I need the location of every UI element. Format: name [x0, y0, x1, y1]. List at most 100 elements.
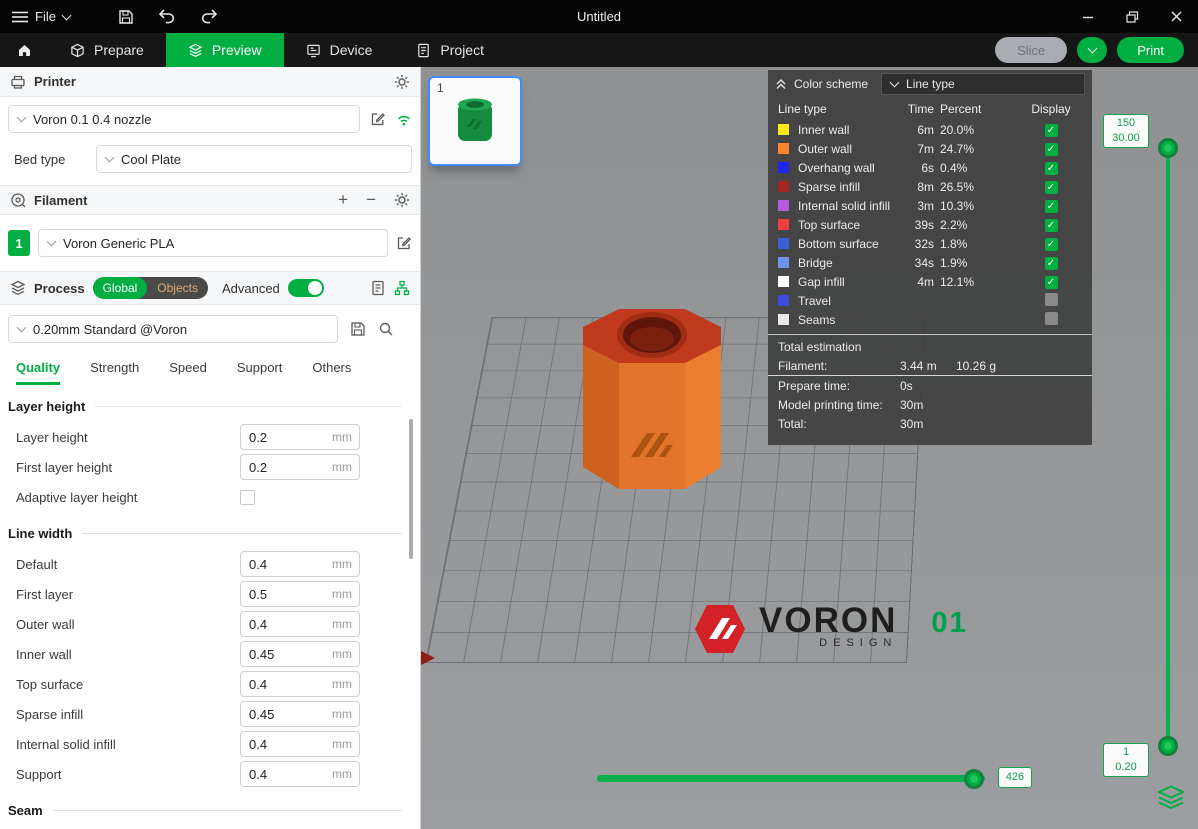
display-checkbox[interactable]: ✓: [1045, 276, 1058, 289]
display-checkbox[interactable]: ✓: [1045, 238, 1058, 251]
setting-input[interactable]: 0.4mm: [240, 731, 360, 757]
undo-icon[interactable]: [158, 9, 176, 24]
print-dropdown-button[interactable]: [1077, 37, 1107, 63]
display-checkbox[interactable]: [1045, 293, 1058, 306]
process-tab-speed[interactable]: Speed: [169, 360, 207, 385]
display-checkbox[interactable]: ✓: [1045, 124, 1058, 137]
line-type-name: Travel: [792, 294, 896, 308]
stat-value: 30m: [900, 417, 956, 431]
process-tab-others[interactable]: Others: [312, 360, 351, 385]
display-checkbox[interactable]: ✓: [1045, 257, 1058, 270]
edit-icon[interactable]: [370, 111, 386, 127]
filament-preset-select[interactable]: Voron Generic PLA: [38, 229, 388, 257]
layer-slider-top-handle[interactable]: [1158, 138, 1178, 158]
collapse-icon[interactable]: [775, 78, 787, 90]
display-checkbox[interactable]: [1045, 312, 1058, 325]
line-type-percent: 12.1%: [934, 275, 1020, 289]
process-tab-support[interactable]: Support: [237, 360, 283, 385]
line-type-color-swatch: [778, 219, 789, 230]
preset-save-icon[interactable]: [350, 321, 366, 337]
tab-preview[interactable]: Preview: [166, 33, 284, 67]
line-type-time: 39s: [896, 218, 934, 232]
setting-input[interactable]: 0.2mm: [240, 424, 360, 450]
line-type-color-swatch: [778, 162, 789, 173]
tab-device-label: Device: [330, 42, 373, 58]
list-icon[interactable]: [370, 280, 386, 296]
chevron-down-icon: [890, 78, 900, 88]
add-filament-button[interactable]: +: [338, 193, 348, 207]
save-icon[interactable]: [118, 9, 134, 25]
advanced-toggle[interactable]: [288, 279, 324, 297]
setting-input[interactable]: 0.4mm: [240, 551, 360, 577]
bed-type-select[interactable]: Cool Plate: [96, 145, 412, 173]
display-checkbox[interactable]: ✓: [1045, 181, 1058, 194]
layer-slider-track[interactable]: [1166, 150, 1170, 748]
plate-logo: VORON DESIGN 01: [693, 603, 1013, 655]
setting-input[interactable]: 0.45mm: [240, 701, 360, 727]
color-scheme-select[interactable]: Line type: [881, 73, 1085, 95]
menu-icon: [12, 11, 28, 23]
setting-input[interactable]: 0.5mm: [240, 581, 360, 607]
setting-input[interactable]: 0.4mm: [240, 671, 360, 697]
setting-checkbox[interactable]: [240, 490, 255, 505]
display-checkbox[interactable]: ✓: [1045, 200, 1058, 213]
display-checkbox[interactable]: ✓: [1045, 219, 1058, 232]
filament-slot-badge[interactable]: 1: [8, 230, 30, 256]
process-scope-global[interactable]: Global: [93, 277, 148, 299]
display-checkbox[interactable]: ✓: [1045, 143, 1058, 156]
objects-icon[interactable]: [394, 280, 410, 296]
tab-device[interactable]: Device: [284, 33, 395, 67]
settings-group-rule: [82, 533, 402, 534]
stat-value-2: 10.26 g: [956, 359, 1082, 373]
plate-thumbnail[interactable]: 1: [428, 76, 522, 166]
prepare-icon: [70, 43, 85, 58]
stat-label: Filament:: [778, 359, 900, 373]
tab-prepare-label: Prepare: [94, 42, 144, 58]
gear-icon[interactable]: [394, 192, 410, 208]
printer-preset-select[interactable]: Voron 0.1 0.4 nozzle: [8, 105, 360, 133]
slice-button[interactable]: Slice: [995, 37, 1067, 63]
settings-scrollbar[interactable]: [409, 419, 413, 559]
maximize-button[interactable]: [1110, 0, 1154, 33]
advanced-label: Advanced: [222, 281, 280, 296]
line-type-color-swatch: [778, 257, 789, 268]
tab-project[interactable]: Project: [394, 33, 506, 67]
process-tab-quality[interactable]: Quality: [16, 360, 60, 385]
layer-slider-bottom-handle[interactable]: [1158, 736, 1178, 756]
process-scope-objects[interactable]: Objects: [147, 277, 208, 299]
tab-prepare[interactable]: Prepare: [48, 33, 166, 67]
line-type-color-swatch: [778, 238, 789, 249]
line-type-color-swatch: [778, 200, 789, 211]
settings-group-title: Layer height: [8, 399, 85, 414]
moves-slider-handle[interactable]: [964, 769, 984, 789]
setting-input[interactable]: 0.4mm: [240, 611, 360, 637]
legend-stats: Filament: 3.44 m 10.26 g Prepare time: 0…: [768, 357, 1092, 433]
model-object[interactable]: [573, 305, 731, 517]
setting-input[interactable]: 0.2mm: [240, 454, 360, 480]
plate-logo-subtext: DESIGN: [819, 637, 897, 649]
process-tab-strength[interactable]: Strength: [90, 360, 139, 385]
stat-label: Prepare time:: [778, 379, 900, 393]
layers-icon[interactable]: [1158, 785, 1184, 810]
close-button[interactable]: [1154, 0, 1198, 33]
minimize-button[interactable]: [1066, 0, 1110, 33]
viewport-3d[interactable]: 1: [421, 67, 1198, 829]
search-icon[interactable]: [378, 321, 394, 337]
chevron-down-icon: [17, 323, 27, 333]
home-button[interactable]: [0, 33, 48, 67]
setting-input[interactable]: 0.45mm: [240, 641, 360, 667]
process-preset-select[interactable]: 0.20mm Standard @Voron: [8, 315, 338, 343]
edit-icon[interactable]: [396, 235, 412, 251]
chevron-down-icon: [47, 237, 57, 247]
stat-row: Prepare time: 0s: [768, 376, 1092, 395]
device-icon: [306, 43, 321, 58]
setting-input[interactable]: 0.4mm: [240, 761, 360, 787]
tab-preview-label: Preview: [212, 42, 262, 58]
redo-icon[interactable]: [200, 9, 218, 24]
gear-icon[interactable]: [394, 74, 410, 90]
display-checkbox[interactable]: ✓: [1045, 162, 1058, 175]
file-menu[interactable]: File: [12, 9, 70, 24]
moves-slider-track[interactable]: [597, 775, 985, 782]
remove-filament-button[interactable]: −: [366, 193, 376, 207]
print-button[interactable]: Print: [1117, 37, 1184, 63]
